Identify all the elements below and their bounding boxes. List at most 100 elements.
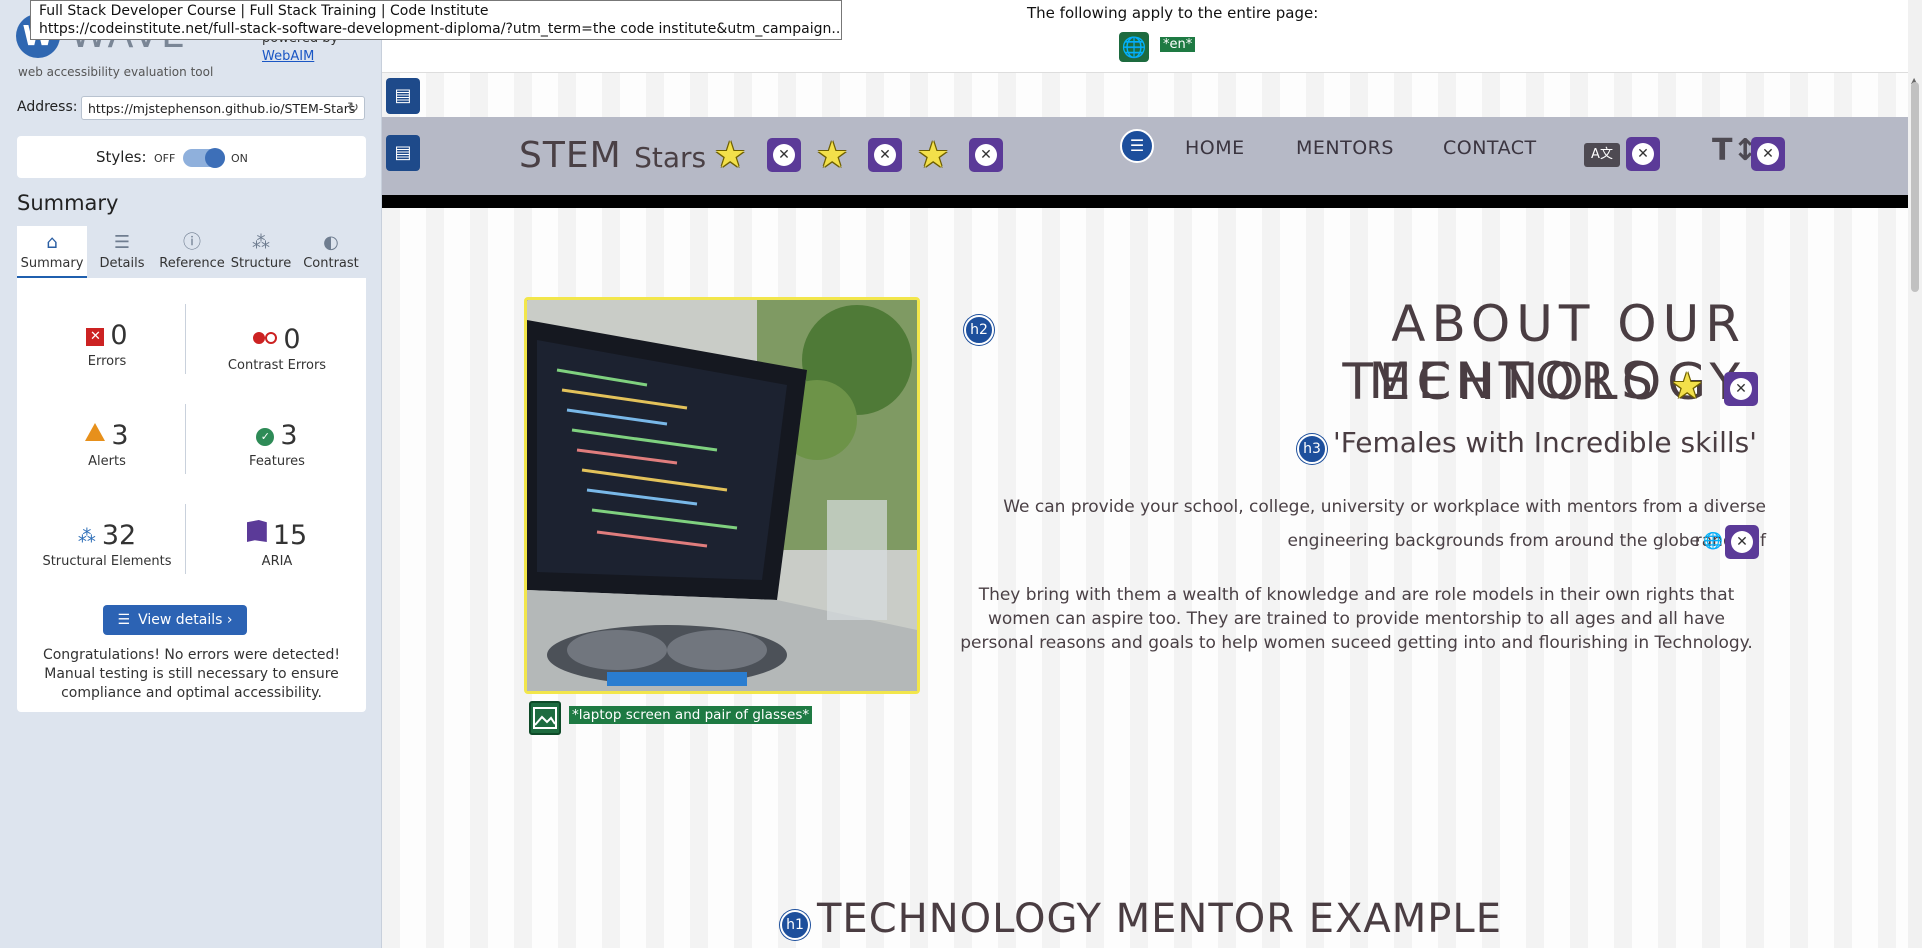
h1-badge-icon[interactable]: h1 — [780, 910, 810, 940]
features-label: Features — [249, 454, 305, 469]
stat-features[interactable]: ✓ 3 Features — [202, 420, 352, 469]
h2-badge-icon[interactable]: h2 — [964, 315, 994, 345]
contrast-error-icon — [253, 320, 278, 351]
styles-off-label: OFF — [154, 152, 176, 165]
nav-contact[interactable]: CONTACT — [1443, 137, 1537, 159]
evaluated-page: The following apply to the entire page: … — [382, 0, 1908, 948]
stat-aria[interactable]: 15 ARIA — [202, 520, 352, 569]
divider — [185, 304, 186, 374]
translate-icon[interactable]: A文 — [1584, 143, 1620, 167]
list-structure-icon[interactable]: ☰ — [1120, 129, 1154, 163]
aria-hidden-icon[interactable]: ✕ — [767, 138, 801, 172]
styles-toggle[interactable] — [183, 148, 225, 168]
congrats-message: Congratulations! No errors were detected… — [42, 647, 341, 701]
features-count: 3 — [280, 420, 298, 451]
feature-check-icon: ✓ — [256, 428, 275, 446]
stat-structural[interactable]: ⁂ 32 Structural Elements — [32, 520, 182, 569]
tab-structure[interactable]: ⁂ Structure — [226, 226, 296, 278]
example-heading: TECHNOLOGY MENTOR EXAMPLE — [817, 896, 1502, 942]
css-badge-icon[interactable]: ▤ — [386, 135, 420, 171]
globe-icon: 🌐 — [1703, 531, 1723, 550]
address-input[interactable]: https://mjstephenson.github.io/STEM-Star… — [81, 96, 365, 120]
intro-paragraph-line2: engineering backgrounds from around the … — [1287, 531, 1700, 551]
aria-hidden-icon[interactable]: ✕ — [1626, 137, 1660, 171]
wave-tagline: web accessibility evaluation tool — [18, 65, 214, 79]
error-icon: ✕ — [86, 328, 105, 346]
stat-contrast-errors[interactable]: 0 Contrast Errors — [202, 320, 352, 373]
styles-panel: Styles: OFF ON — [17, 136, 366, 178]
scroll-thumb[interactable] — [1911, 82, 1919, 292]
wave-sidebar: W WAVE web accessibility evaluation tool… — [0, 0, 382, 948]
page-scrollbar[interactable]: ▲ — [1908, 0, 1922, 948]
language-globe-icon[interactable]: 🌐 — [1119, 32, 1149, 62]
tooltip-title: Full Stack Developer Course | Full Stack… — [39, 3, 489, 19]
info-icon: ⓘ — [183, 232, 201, 253]
address-label: Address: — [17, 99, 78, 115]
language-tag: *en* — [1160, 37, 1196, 52]
aria-hidden-icon[interactable]: ✕ — [1725, 525, 1759, 559]
about-heading-line2: MENTORS — [1368, 352, 1659, 410]
tab-summary[interactable]: ⌂ Summary — [17, 226, 87, 278]
tooltip-url: https://codeinstitute.net/full-stack-sof… — [39, 21, 842, 37]
toggle-knob — [205, 148, 225, 168]
image-alt-text: *laptop screen and pair of glasses* — [569, 706, 813, 724]
wave-tabs: ⌂ Summary ☰ Details ⓘ Reference ⁂ Struct… — [17, 226, 366, 278]
structural-count: 32 — [101, 520, 137, 551]
aria-icon — [246, 520, 267, 542]
site-brand[interactable]: STEM Stars — [519, 135, 706, 176]
nav-home[interactable]: HOME — [1185, 137, 1245, 159]
alert-star-icon[interactable]: ★ — [714, 136, 746, 176]
view-details-button[interactable]: ☰ View details › — [103, 605, 247, 635]
laptop-image — [524, 297, 920, 694]
stat-alerts[interactable]: 3 Alerts — [32, 420, 182, 469]
apply-text: The following apply to the entire page: — [1027, 4, 1319, 22]
aria-hidden-icon[interactable]: ✕ — [1724, 372, 1758, 406]
image-alt-feature-icon[interactable] — [529, 701, 561, 735]
divider — [185, 404, 186, 474]
home-icon: ⌂ — [46, 232, 58, 253]
address-value: https://mjstephenson.github.io/STEM-Star… — [88, 101, 356, 116]
tab-details[interactable]: ☰ Details — [87, 226, 157, 278]
tab-label: Contrast — [303, 256, 359, 271]
h3-badge-icon[interactable]: h3 — [1297, 434, 1327, 464]
contrast-icon: ◐ — [323, 232, 339, 253]
list-icon: ☰ — [117, 612, 131, 628]
list-icon: ☰ — [113, 232, 131, 253]
tab-label: Reference — [159, 256, 225, 271]
nav-mentors[interactable]: MENTORS — [1296, 137, 1394, 159]
alert-star-icon[interactable]: ★ — [917, 136, 949, 176]
laptop-photo — [527, 300, 917, 691]
alerts-count: 3 — [111, 420, 129, 451]
link-tooltip: Full Stack Developer Course | Full Stack… — [30, 0, 842, 40]
brand-sub: Stars — [634, 141, 707, 174]
tab-label: Details — [99, 256, 145, 271]
structure-icon: ⁂ — [252, 232, 270, 253]
alert-icon — [85, 423, 106, 441]
tab-reference[interactable]: ⓘ Reference — [157, 226, 227, 278]
alert-star-icon[interactable]: ★ — [1671, 367, 1703, 407]
site-navbar: ▤ STEM Stars ★ ✕ ★ ✕ ★ ✕ ☰ HOME MENTORS … — [382, 117, 1908, 195]
stat-errors[interactable]: ✕ 0 Errors — [32, 320, 182, 369]
mentor-paragraph: They bring with them a wealth of knowled… — [960, 585, 1753, 653]
navbar-border — [382, 195, 1908, 208]
aria-hidden-icon[interactable]: ✕ — [1751, 137, 1785, 171]
errors-count: 0 — [110, 320, 128, 351]
css-badge-icon[interactable]: ▤ — [386, 78, 420, 114]
divider — [185, 504, 186, 574]
aria-label: ARIA — [261, 554, 293, 569]
structure-tree-icon: ⁂ — [77, 526, 96, 547]
styles-on-label: ON — [231, 152, 248, 165]
view-details-label: View details › — [138, 612, 233, 628]
reload-icon[interactable]: ↻ — [347, 100, 359, 116]
summary-heading: Summary — [17, 191, 119, 215]
alerts-label: Alerts — [88, 454, 126, 469]
contrast-errors-label: Contrast Errors — [227, 358, 327, 373]
webaim-link[interactable]: WebAIM — [262, 49, 314, 64]
alert-star-icon[interactable]: ★ — [816, 136, 848, 176]
tab-contrast[interactable]: ◐ Contrast — [296, 226, 366, 278]
contrast-errors-count: 0 — [283, 324, 301, 355]
tab-label: Summary — [20, 256, 84, 271]
aria-hidden-icon[interactable]: ✕ — [969, 138, 1003, 172]
errors-label: Errors — [87, 354, 127, 369]
aria-hidden-icon[interactable]: ✕ — [868, 138, 902, 172]
